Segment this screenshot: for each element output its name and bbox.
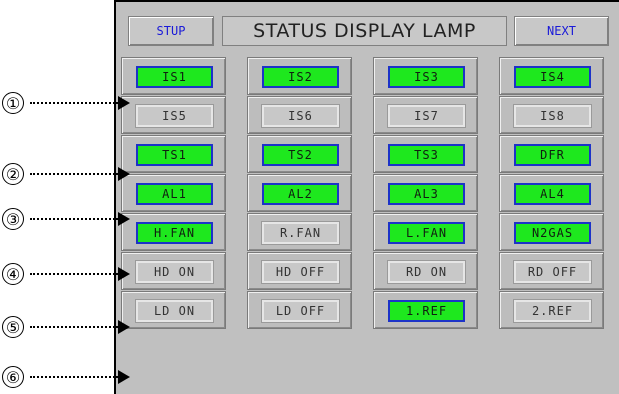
status-lamp-al2: AL2 bbox=[262, 183, 339, 205]
lamp-cell: L.FAN bbox=[373, 213, 478, 251]
dotted-leader-line bbox=[30, 173, 118, 175]
annotation-marker: ⑥ bbox=[0, 366, 130, 390]
status-lamp-ts1: TS1 bbox=[136, 144, 213, 166]
status-lamp-ld-off: LD OFF bbox=[261, 299, 340, 323]
annotation-marker: ④ bbox=[0, 263, 130, 287]
dotted-leader-line bbox=[30, 376, 118, 378]
lamp-cell: 2.REF bbox=[499, 291, 604, 329]
status-lamp-is3: IS3 bbox=[388, 66, 465, 88]
annotation-marker: ② bbox=[0, 163, 130, 187]
dotted-leader-line bbox=[30, 218, 118, 220]
lamp-cell: IS7 bbox=[373, 96, 478, 134]
lamp-cell: 1.REF bbox=[373, 291, 478, 329]
status-lamp-al3: AL3 bbox=[388, 183, 465, 205]
page-title-text: STATUS DISPLAY LAMP bbox=[253, 20, 476, 42]
arrow-right-icon bbox=[118, 370, 130, 384]
arrow-right-icon bbox=[118, 320, 130, 334]
lamp-cell: IS6 bbox=[247, 96, 352, 134]
lamp-cell: LD ON bbox=[121, 291, 226, 329]
arrow-right-icon bbox=[118, 212, 130, 226]
status-lamp-hd-off: HD OFF bbox=[261, 260, 340, 284]
status-lamp-rd-on: RD ON bbox=[387, 260, 466, 284]
arrow-right-icon bbox=[118, 267, 130, 281]
lamp-cell: IS4 bbox=[499, 57, 604, 95]
next-button[interactable]: NEXT bbox=[514, 16, 609, 46]
annotation-marker: ① bbox=[0, 92, 130, 116]
status-lamp-r-fan: R.FAN bbox=[261, 221, 340, 245]
status-panel: STUP STATUS DISPLAY LAMP NEXT IS1 IS2 IS3 I… bbox=[114, 0, 619, 394]
lamp-cell: RD OFF bbox=[499, 252, 604, 290]
status-lamp-ts2: TS2 bbox=[262, 144, 339, 166]
page-title: STATUS DISPLAY LAMP bbox=[222, 16, 507, 46]
annotation-marker: ③ bbox=[0, 208, 130, 232]
stup-button[interactable]: STUP bbox=[128, 16, 214, 46]
circled-number: ① bbox=[2, 92, 24, 114]
lamp-cell: RD ON bbox=[373, 252, 478, 290]
lamp-cell: IS2 bbox=[247, 57, 352, 95]
dotted-leader-line bbox=[30, 273, 118, 275]
lamp-cell: DFR bbox=[499, 135, 604, 173]
status-lamp-is7: IS7 bbox=[387, 104, 466, 128]
lamp-cell: TS1 bbox=[121, 135, 226, 173]
lamp-cell: IS3 bbox=[373, 57, 478, 95]
status-lamp-is2: IS2 bbox=[262, 66, 339, 88]
status-lamp-is8: IS8 bbox=[513, 104, 592, 128]
annotation-marker: ⑤ bbox=[0, 316, 130, 340]
status-lamp-is1: IS1 bbox=[136, 66, 213, 88]
circled-number: ③ bbox=[2, 208, 24, 230]
lamp-cell: IS1 bbox=[121, 57, 226, 95]
stup-button-label: STUP bbox=[156, 24, 186, 38]
lamp-cell: AL1 bbox=[121, 174, 226, 212]
status-lamp-2-ref: 2.REF bbox=[513, 299, 592, 323]
status-lamp-dfr: DFR bbox=[514, 144, 591, 166]
dotted-leader-line bbox=[30, 102, 118, 104]
arrow-right-icon bbox=[118, 96, 130, 110]
lamp-cell: N2GAS bbox=[499, 213, 604, 251]
status-lamp-is6: IS6 bbox=[261, 104, 340, 128]
status-lamp-al1: AL1 bbox=[136, 183, 213, 205]
lamp-cell: R.FAN bbox=[247, 213, 352, 251]
lamp-cell: H.FAN bbox=[121, 213, 226, 251]
status-lamp-n2gas: N2GAS bbox=[514, 222, 591, 244]
lamp-cell: AL4 bbox=[499, 174, 604, 212]
status-lamp-ts3: TS3 bbox=[388, 144, 465, 166]
circled-number: ② bbox=[2, 163, 24, 185]
status-lamp-hd-on: HD ON bbox=[135, 260, 214, 284]
status-lamp-l-fan: L.FAN bbox=[388, 222, 465, 244]
lamp-cell: LD OFF bbox=[247, 291, 352, 329]
status-lamp-is4: IS4 bbox=[514, 66, 591, 88]
status-lamp-1-ref: 1.REF bbox=[388, 300, 465, 322]
lamp-cell: TS3 bbox=[373, 135, 478, 173]
lamp-cell: IS8 bbox=[499, 96, 604, 134]
status-lamp-al4: AL4 bbox=[514, 183, 591, 205]
status-lamp-rd-off: RD OFF bbox=[513, 260, 592, 284]
lamp-cell: IS5 bbox=[121, 96, 226, 134]
circled-number: ⑥ bbox=[2, 366, 24, 388]
circled-number: ⑤ bbox=[2, 316, 24, 338]
arrow-right-icon bbox=[118, 167, 130, 181]
lamp-cell: HD ON bbox=[121, 252, 226, 290]
status-lamp-h-fan: H.FAN bbox=[136, 222, 213, 244]
lamp-cell: TS2 bbox=[247, 135, 352, 173]
lamp-cell: AL3 bbox=[373, 174, 478, 212]
status-lamp-is5: IS5 bbox=[135, 104, 214, 128]
next-button-label: NEXT bbox=[547, 24, 576, 38]
status-lamp-ld-on: LD ON bbox=[135, 299, 214, 323]
lamp-cell: AL2 bbox=[247, 174, 352, 212]
circled-number: ④ bbox=[2, 263, 24, 285]
dotted-leader-line bbox=[30, 326, 118, 328]
lamp-cell: HD OFF bbox=[247, 252, 352, 290]
